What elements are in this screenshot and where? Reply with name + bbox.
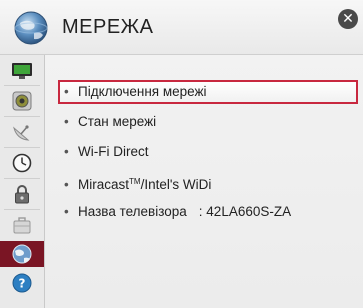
bullet: • [64, 84, 69, 99]
tv-icon [12, 63, 32, 79]
network-settings-panel: МЕРЕЖА ✕ ? • Підключення мережі • Стан м… [0, 0, 363, 308]
divider [4, 85, 40, 86]
bullet: • [64, 204, 69, 219]
sidebar-item-support[interactable]: ? [3, 271, 41, 295]
help-icon: ? [12, 273, 32, 293]
menu-item-network-status[interactable]: • Стан мережі [60, 110, 356, 134]
bullet: • [64, 177, 69, 192]
settings-sidebar: ? [0, 55, 45, 308]
menu-item-label: Назва телевізора [78, 204, 187, 219]
divider [4, 116, 40, 117]
divider [4, 178, 40, 179]
sidebar-item-sound[interactable] [3, 89, 41, 113]
menu-item-label-suffix: /Intel's WiDi [140, 177, 212, 192]
bullet: • [64, 144, 69, 159]
network-menu: • Підключення мережі • Стан мережі • Wi-Fi … [52, 0, 363, 308]
menu-item-label: Підключення мережі [78, 84, 207, 99]
sidebar-item-options[interactable] [3, 213, 41, 237]
sidebar-item-network[interactable] [0, 241, 44, 267]
menu-item-label-prefix: Miracast [78, 177, 130, 192]
sidebar-item-lock[interactable] [3, 182, 41, 206]
menu-item-network-connection[interactable]: • Підключення мережі [58, 80, 358, 104]
sidebar-item-time[interactable] [3, 151, 41, 175]
sidebar-item-picture[interactable] [3, 59, 41, 83]
divider [4, 147, 40, 148]
menu-item-tv-name[interactable]: • Назва телевізора : 42LA660S-ZA [60, 200, 356, 224]
svg-text:?: ? [19, 277, 26, 291]
suitcase-icon [13, 217, 31, 234]
globe-icon [14, 11, 48, 45]
tv-name-value: : 42LA660S-ZA [198, 204, 292, 219]
menu-item-label: Стан мережі [78, 114, 157, 129]
globe-icon [12, 244, 32, 264]
satellite-dish-icon [13, 125, 30, 141]
clock-icon [12, 153, 32, 173]
trademark-sup: TM [129, 177, 141, 186]
sidebar-item-channels[interactable] [3, 120, 41, 144]
menu-item-label: Wi-Fi Direct [78, 144, 149, 159]
menu-item-miracast[interactable]: • MiracastTM/Intel's WiDi [60, 170, 356, 194]
menu-item-wifi-direct[interactable]: • Wi-Fi Direct [60, 140, 356, 164]
speaker-icon [12, 91, 32, 111]
divider [4, 209, 40, 210]
bullet: • [64, 114, 69, 129]
lock-icon [15, 185, 29, 204]
